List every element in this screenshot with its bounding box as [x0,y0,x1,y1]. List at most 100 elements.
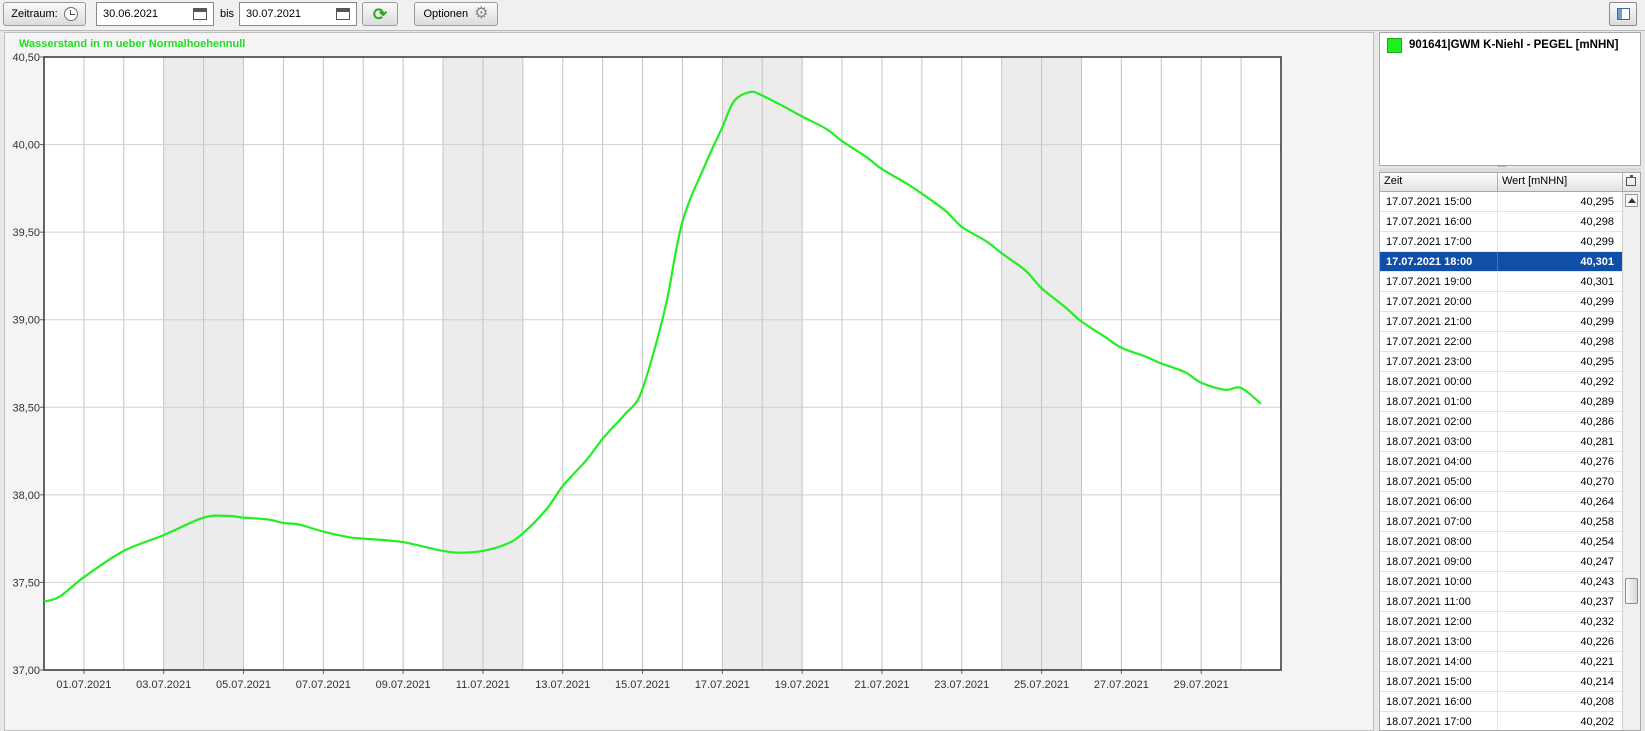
cell-wert: 40,295 [1580,356,1614,368]
scroll-up-icon[interactable] [1625,194,1638,207]
x-tick-label: 21.07.2021 [854,679,909,691]
cell-zeit: 18.07.2021 17:00 [1386,716,1472,728]
cell-wert: 40,286 [1580,416,1614,428]
table-row[interactable]: 18.07.2021 13:00 40,226 [1380,632,1622,652]
table-row[interactable]: 18.07.2021 12:00 40,232 [1380,612,1622,632]
cell-zeit: 18.07.2021 08:00 [1386,536,1472,548]
cell-wert: 40,232 [1580,616,1614,628]
table-row[interactable]: 18.07.2021 15:00 40,214 [1380,672,1622,692]
y-tick-label: 37,00 [12,665,40,677]
table-row[interactable]: 18.07.2021 08:00 40,254 [1380,532,1622,552]
table-row[interactable]: 18.07.2021 11:00 40,237 [1380,592,1622,612]
table-row[interactable]: 18.07.2021 05:00 40,270 [1380,472,1622,492]
table-row[interactable]: 18.07.2021 10:00 40,243 [1380,572,1622,592]
table-row[interactable]: 18.07.2021 14:00 40,221 [1380,652,1622,672]
cell-wert: 40,237 [1580,596,1614,608]
cell-zeit: 18.07.2021 13:00 [1386,636,1472,648]
cell-wert: 40,292 [1580,376,1614,388]
y-tick-label: 40,50 [12,52,40,64]
cell-wert: 40,270 [1580,476,1614,488]
table-row[interactable]: 17.07.2021 23:00 40,295 [1380,352,1622,372]
x-tick-label: 07.07.2021 [296,679,351,691]
column-header-zeit[interactable]: Zeit [1384,175,1402,187]
cell-wert: 40,258 [1580,516,1614,528]
cell-zeit: 17.07.2021 18:00 [1386,256,1473,268]
table-row[interactable]: 17.07.2021 19:00 40,301 [1380,272,1622,292]
table-row[interactable]: 17.07.2021 18:00 40,301 [1380,252,1622,272]
x-tick-label: 17.07.2021 [695,679,750,691]
table-row[interactable]: 17.07.2021 22:00 40,298 [1380,332,1622,352]
table-row[interactable]: 18.07.2021 17:00 40,202 [1380,712,1622,730]
table-header: Zeit Wert [mNHN] [1380,173,1640,192]
cell-zeit: 18.07.2021 09:00 [1386,556,1472,568]
cell-wert: 40,299 [1580,296,1614,308]
table-row[interactable]: 18.07.2021 16:00 40,208 [1380,692,1622,712]
cell-zeit: 17.07.2021 22:00 [1386,336,1472,348]
cell-zeit: 17.07.2021 16:00 [1386,216,1472,228]
x-tick-label: 11.07.2021 [456,679,510,691]
cell-zeit: 18.07.2021 01:00 [1386,396,1472,408]
table-row[interactable]: 18.07.2021 01:00 40,289 [1380,392,1622,412]
cell-zeit: 18.07.2021 10:00 [1386,576,1472,588]
table-row[interactable]: 17.07.2021 15:00 40,295 [1380,192,1622,212]
cell-wert: 40,264 [1580,496,1614,508]
cell-zeit: 17.07.2021 15:00 [1386,196,1472,208]
scroll-thumb[interactable] [1625,578,1638,604]
table-row[interactable]: 17.07.2021 16:00 40,298 [1380,212,1622,232]
cell-zeit: 18.07.2021 15:00 [1386,676,1472,688]
table-row[interactable]: 18.07.2021 02:00 40,286 [1380,412,1622,432]
cell-zeit: 18.07.2021 00:00 [1386,376,1472,388]
x-tick-label: 01.07.2021 [56,679,111,691]
table-row[interactable]: 18.07.2021 00:00 40,292 [1380,372,1622,392]
cell-wert: 40,243 [1580,576,1614,588]
x-tick-label: 25.07.2021 [1014,679,1069,691]
cell-wert: 40,298 [1580,336,1614,348]
legend-panel: 901641|GWM K-Niehl - PEGEL [mNHN] [1379,32,1641,166]
x-tick-label: 13.07.2021 [535,679,590,691]
table-scrollbar[interactable] [1622,192,1640,730]
cell-wert: 40,301 [1580,256,1614,268]
column-chooser-icon[interactable] [1626,175,1636,186]
cell-wert: 40,202 [1580,716,1614,728]
table-row[interactable]: 18.07.2021 06:00 40,264 [1380,492,1622,512]
x-tick-label: 23.07.2021 [934,679,989,691]
cell-zeit: 18.07.2021 07:00 [1386,516,1472,528]
value-table: Zeit Wert [mNHN] 17.07.2021 15:00 40,295 1… [1379,172,1641,731]
table-row[interactable]: 17.07.2021 17:00 40,299 [1380,232,1622,252]
cell-wert: 40,214 [1580,676,1614,688]
x-tick-label: 29.07.2021 [1174,679,1229,691]
table-row[interactable]: 18.07.2021 04:00 40,276 [1380,452,1622,472]
legend-label: 901641|GWM K-Niehl - PEGEL [mNHN] [1409,39,1619,51]
y-tick-label: 40,00 [12,140,40,152]
layout-toggle-button[interactable] [1609,2,1637,26]
table-rows: 17.07.2021 15:00 40,295 17.07.2021 16:00 40… [1380,192,1622,730]
x-tick-label: 15.07.2021 [615,679,670,691]
cell-zeit: 18.07.2021 06:00 [1386,496,1472,508]
x-tick-label: 09.07.2021 [376,679,431,691]
cell-zeit: 17.07.2021 20:00 [1386,296,1472,308]
cell-wert: 40,254 [1580,536,1614,548]
chart-title: Wasserstand in m ueber Normalhoehennull [19,38,246,50]
column-header-wert[interactable]: Wert [mNHN] [1502,175,1567,187]
legend-swatch [1387,38,1402,53]
table-row[interactable]: 18.07.2021 07:00 40,258 [1380,512,1622,532]
table-row[interactable]: 18.07.2021 03:00 40,281 [1380,432,1622,452]
cell-zeit: 17.07.2021 21:00 [1386,316,1472,328]
cell-wert: 40,301 [1580,276,1614,288]
x-tick-label: 19.07.2021 [775,679,830,691]
cell-zeit: 18.07.2021 12:00 [1386,616,1472,628]
cell-zeit: 18.07.2021 05:00 [1386,476,1472,488]
water-level-chart: 37,00 37,50 38,00 38,50 39,00 39,50 40,00 40,50… [12,52,1282,691]
cell-zeit: 17.07.2021 23:00 [1386,356,1472,368]
cell-zeit: 18.07.2021 04:00 [1386,456,1472,468]
table-row[interactable]: 18.07.2021 09:00 40,247 [1380,552,1622,572]
cell-wert: 40,289 [1580,396,1614,408]
x-tick-label: 03.07.2021 [136,679,191,691]
x-tick-label: 05.07.2021 [216,679,271,691]
y-tick-label: 39,00 [12,315,40,327]
cell-wert: 40,295 [1580,196,1614,208]
cell-wert: 40,247 [1580,556,1614,568]
table-row[interactable]: 17.07.2021 21:00 40,299 [1380,312,1622,332]
table-row[interactable]: 17.07.2021 20:00 40,299 [1380,292,1622,312]
cell-wert: 40,299 [1580,316,1614,328]
